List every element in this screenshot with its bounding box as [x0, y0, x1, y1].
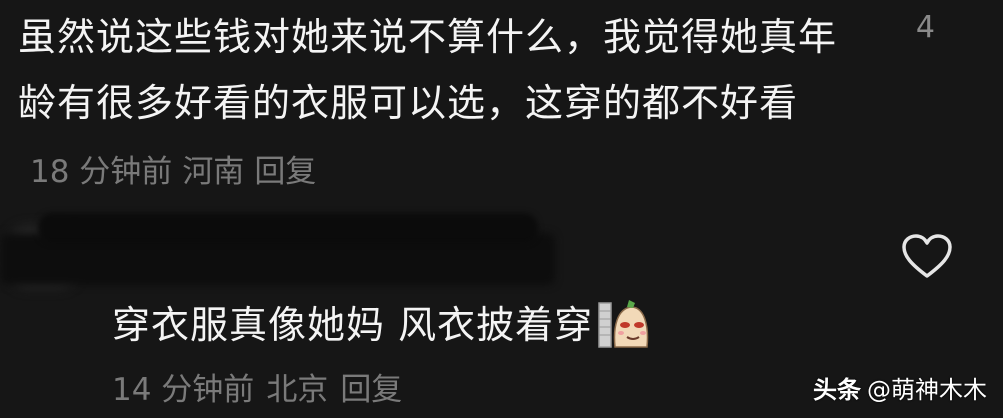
- heart-outline-icon[interactable]: [901, 234, 953, 280]
- comment-location: 北京: [266, 372, 329, 408]
- like-count[interactable]: 4: [916, 10, 935, 45]
- comment-meta: 14 分钟前 北京 回复: [112, 364, 414, 409]
- watermark-brand: 头条: [813, 376, 861, 404]
- reply-button[interactable]: 回复: [254, 154, 316, 190]
- watermark: 头条 @萌神木木: [813, 370, 987, 405]
- comment-time: 18 分钟前: [30, 154, 173, 190]
- redaction-bar: [38, 213, 538, 243]
- comment-location: 河南: [182, 154, 245, 190]
- comment-meta: 18 分钟前 河南 回复: [30, 154, 326, 190]
- watermark-handle: @萌神木木: [867, 376, 987, 404]
- comment-thread: 虽然说这些钱对她来说不算什么，我觉得她真年龄有很多好看的衣服可以选，这穿的都不好…: [0, 0, 1003, 418]
- comment-text: 穿衣服真像她妈 风衣披着穿: [112, 303, 594, 347]
- comment-body: 虽然说这些钱对她来说不算什么，我觉得她真年龄有很多好看的衣服可以选，这穿的都不好…: [18, 4, 838, 205]
- comment-body: 穿衣服真像她妈 风衣披着穿: [112, 295, 653, 355]
- reply-button[interactable]: 回复: [340, 372, 402, 408]
- sticker-emoji-icon: [598, 300, 649, 348]
- comment-time: 14 分钟前: [112, 372, 255, 408]
- comment-text: 虽然说这些钱对她来说不算什么，我觉得她真年龄有很多好看的衣服可以选，这穿的都不好…: [18, 15, 838, 125]
- redacted-username: [0, 205, 560, 287]
